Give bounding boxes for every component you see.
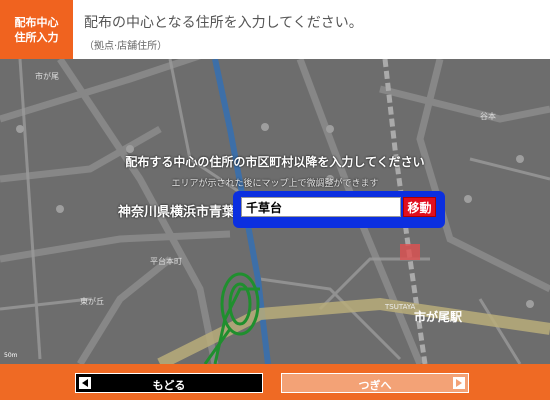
next-arrow-icon: [453, 377, 465, 389]
address-prefix: 神奈川県横浜市青葉区: [118, 205, 249, 220]
header-bar: 配布中心 住所入力 配布の中心となる住所を入力してください。 （拠点·店舗住所）: [0, 0, 550, 59]
station-label: 市が尾駅: [414, 309, 463, 324]
prompt-sub: エリアが示された後にマップ上で微調整ができます: [171, 179, 379, 189]
address-input[interactable]: [241, 197, 401, 217]
next-button-label: つぎへ: [358, 379, 392, 392]
step-badge: 配布中心 住所入力: [0, 0, 73, 59]
place-label: 谷本: [480, 111, 496, 121]
place-label: 平台本町: [150, 256, 182, 266]
move-button[interactable]: 移動: [403, 197, 436, 217]
page-title: 配布の中心となる住所を入力してください。: [84, 15, 363, 31]
next-button[interactable]: つぎへ: [281, 373, 469, 393]
step-label-line2: 住所入力: [14, 30, 59, 44]
place-label: TSUTAYA: [384, 303, 416, 311]
step-label-line1: 配布中心: [14, 15, 59, 29]
place-label: 市が尾: [35, 71, 59, 81]
prompt-main: 配布する中心の住所の市区町村以降を入力してください: [125, 155, 425, 169]
header-text: 配布の中心となる住所を入力してください。 （拠点·店舗住所）: [84, 12, 363, 52]
scale-label: 50m: [4, 352, 18, 359]
back-button-label: もどる: [152, 379, 186, 392]
back-button[interactable]: もどる: [75, 373, 263, 393]
place-label: 東が丘: [80, 296, 104, 306]
page-subtitle: （拠点·店舗住所）: [84, 41, 168, 52]
